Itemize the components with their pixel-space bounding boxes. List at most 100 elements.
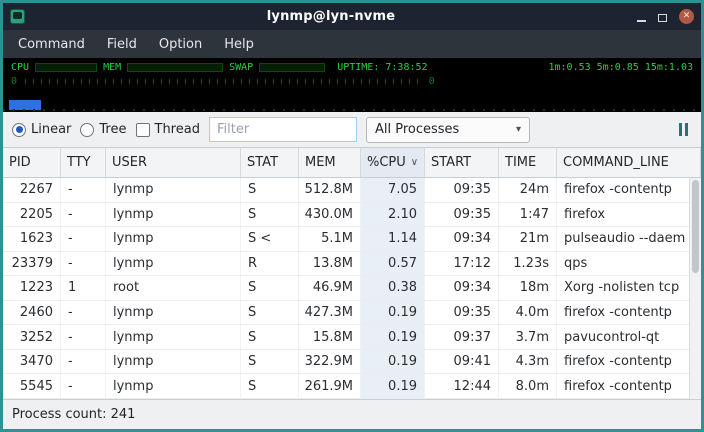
restore-button[interactable] [658,7,667,26]
minimize-button[interactable] [637,7,646,26]
cell-mem: 261.9M [299,374,361,398]
cell-user: lynmp [106,374,241,398]
cell-time: 24m [499,178,557,202]
cell-cpu: 7.05 [361,178,425,202]
table-row[interactable]: 3470-lynmpS322.9M0.1909:414.3mfirefox -c… [3,350,701,375]
uptime-text: UPTIME: 7:38:52 [337,62,427,73]
cell-start: 09:34 [425,227,499,251]
cell-tty: - [61,350,106,374]
table-row[interactable]: 2205-lynmpS430.0M2.1009:351:47firefox [3,203,701,228]
cell-time: 4.3m [499,350,557,374]
vertical-scrollbar[interactable] [689,178,701,399]
cell-stat: S [241,374,299,398]
cell-tty: - [61,374,106,398]
cell-mem: 46.9M [299,276,361,300]
cell-time: 21m [499,227,557,251]
process-scope-dropdown[interactable]: All Processes ▾ [366,117,530,143]
cell-stat: S [241,325,299,349]
linear-radio[interactable]: Linear [12,122,71,137]
thread-checkbox[interactable]: Thread [136,122,200,137]
cell-cmd: firefox -contentp [557,301,701,325]
cell-start: 09:37 [425,325,499,349]
cell-pid: 1623 [3,227,61,251]
cell-user: lynmp [106,227,241,251]
column-header-time[interactable]: TIME [499,148,557,177]
filter-input[interactable] [209,117,357,142]
cell-cmd: qps [557,252,701,276]
cell-cmd: pulseaudio --daem [557,227,701,251]
cell-pid: 2205 [3,203,61,227]
column-header-mem[interactable]: MEM [299,148,361,177]
status-bar: Process count: 241 [3,399,701,429]
process-rows: 2267-lynmpS512.8M7.0509:3524mfirefox -co… [3,178,701,399]
cell-time: 1:47 [499,203,557,227]
table-header: PID TTY USER STAT MEM %CPU ∨ START TIME … [3,148,701,178]
table-row[interactable]: 2267-lynmpS512.8M7.0509:3524mfirefox -co… [3,178,701,203]
scrollbar-thumb[interactable] [692,180,699,273]
chevron-down-icon: ▾ [516,124,521,135]
column-header-pid[interactable]: PID [3,148,61,177]
load-average-text: 1m:0.53 5m:0.85 15m:1.03 [549,62,694,73]
cpu-history-strip [3,96,701,112]
cell-stat: S [241,203,299,227]
title-bar[interactable]: lynmp@lyn-nvme ✕ [3,3,701,30]
monitor-tick-rule [25,79,421,84]
cell-cpu: 0.19 [361,374,425,398]
cell-start: 09:41 [425,350,499,374]
table-row[interactable]: 23379-lynmpR13.8M0.5717:121.23sqps [3,252,701,277]
menu-bar: Command Field Option Help [3,30,701,58]
cell-mem: 5.1M [299,227,361,251]
table-row[interactable]: 2460-lynmpS427.3M0.1909:354.0mfirefox -c… [3,301,701,326]
pause-button[interactable] [675,119,692,140]
cell-stat: R [241,252,299,276]
cell-pid: 3252 [3,325,61,349]
cell-mem: 512.8M [299,178,361,202]
table-row[interactable]: 5545-lynmpS261.9M0.1912:448.0mfirefox -c… [3,374,701,399]
cell-pid: 2460 [3,301,61,325]
cell-start: 09:34 [425,276,499,300]
cell-user: lynmp [106,301,241,325]
cell-cmd: firefox [557,203,701,227]
cell-cmd: firefox -contentp [557,178,701,202]
cell-cpu: 0.19 [361,301,425,325]
close-button[interactable]: ✕ [679,9,694,24]
tree-radio[interactable]: Tree [80,122,126,137]
menu-item-option[interactable]: Option [148,30,213,58]
menu-item-help[interactable]: Help [213,30,265,58]
cell-tty: - [61,178,106,202]
thread-checkbox-label: Thread [155,122,200,137]
cell-user: root [106,276,241,300]
radio-selected-icon [12,123,26,137]
mem-meter [127,63,223,72]
sort-descending-icon: ∨ [411,157,418,168]
table-row[interactable]: 3252-lynmpS15.8M0.1909:373.7mpavucontrol… [3,325,701,350]
cell-time: 8.0m [499,374,557,398]
cell-user: lynmp [106,178,241,202]
column-header-start[interactable]: START [425,148,499,177]
table-row[interactable]: 1623-lynmpS <5.1M1.1409:3421mpulseaudio … [3,227,701,252]
cell-mem: 427.3M [299,301,361,325]
swap-label: SWAP [229,62,253,73]
table-row[interactable]: 12231rootS46.9M0.3809:3418mXorg -noliste… [3,276,701,301]
cell-start: 09:35 [425,203,499,227]
cell-user: lynmp [106,350,241,374]
menu-item-field[interactable]: Field [96,30,148,58]
cell-stat: S [241,350,299,374]
column-header-command-line[interactable]: COMMAND_LINE [557,148,701,177]
restore-icon [658,14,667,22]
cell-user: lynmp [106,203,241,227]
cell-mem: 322.9M [299,350,361,374]
pause-icon [679,123,682,136]
cell-mem: 15.8M [299,325,361,349]
column-header-tty[interactable]: TTY [61,148,106,177]
cell-time: 1.23s [499,252,557,276]
column-header-cpu[interactable]: %CPU ∨ [361,148,425,177]
cell-tty: - [61,203,106,227]
column-header-user[interactable]: USER [106,148,241,177]
mem-label: MEM [103,62,121,73]
column-header-stat[interactable]: STAT [241,148,299,177]
cell-tty: - [61,325,106,349]
cell-tty: - [61,301,106,325]
menu-item-command[interactable]: Command [7,30,96,58]
cell-stat: S [241,301,299,325]
